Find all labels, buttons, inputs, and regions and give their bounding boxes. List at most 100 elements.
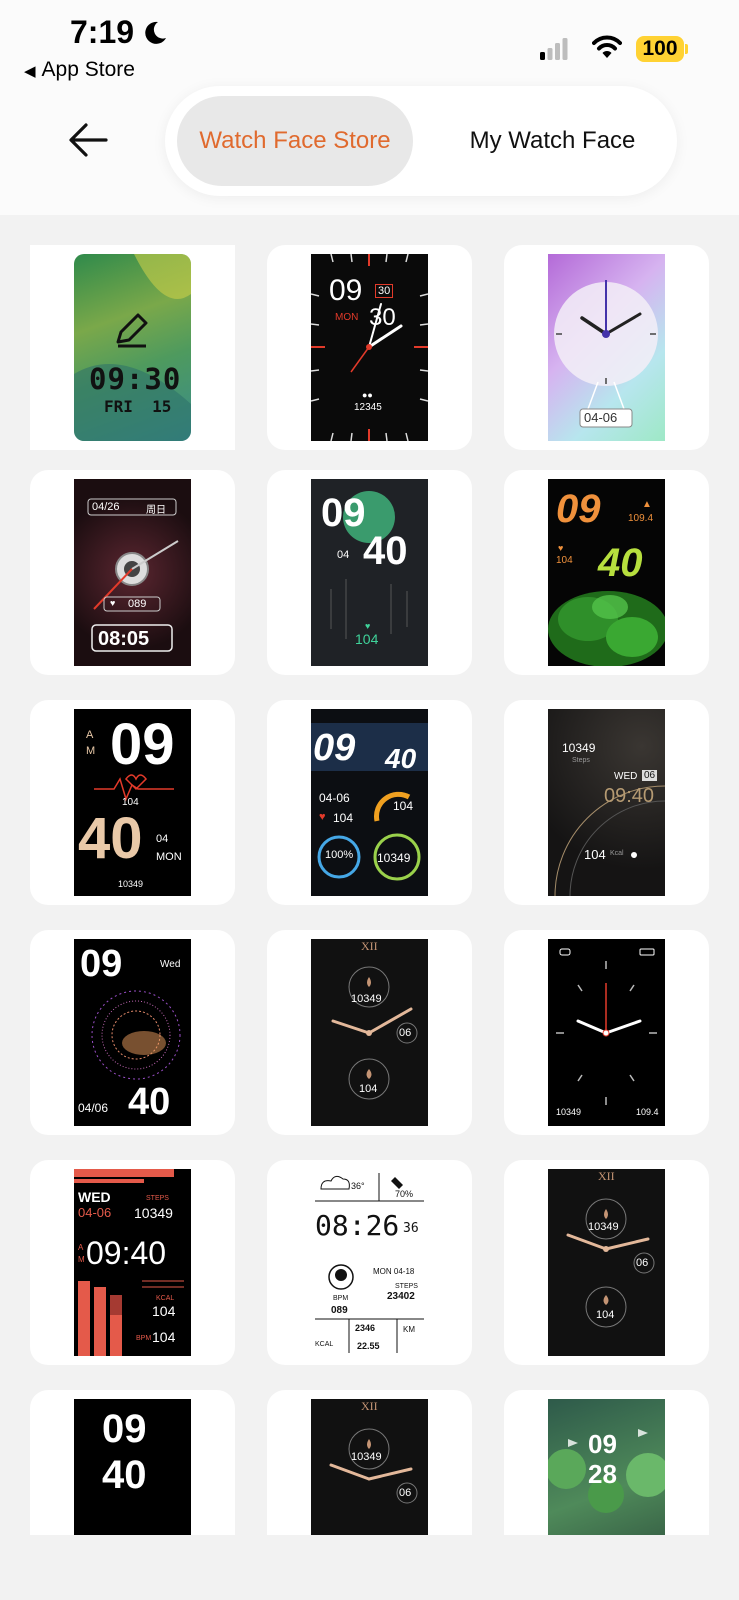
- watch-face-card-18[interactable]: 09 28: [504, 1390, 709, 1535]
- face-date: 04/26: [92, 501, 120, 513]
- face-minute: 28: [588, 1459, 617, 1489]
- rose-gold-dial: [329, 1428, 418, 1504]
- battery-indicator: 100: [636, 36, 684, 62]
- watch-face-card-15[interactable]: XII 10349 06 104: [504, 1160, 709, 1365]
- watch-face-preview: 09 Wed 04/06 40: [74, 939, 191, 1126]
- face-weekday: WED: [78, 1189, 111, 1205]
- watch-face-preview: 09:30 FRI 15: [74, 254, 191, 441]
- watch-face-card-6[interactable]: 09 ▲ 109.4 ♥ 104 40: [504, 470, 709, 675]
- face-date: 04/06: [78, 1101, 109, 1115]
- roman-numeral-xii: XII: [361, 1399, 378, 1413]
- face-minute: 40: [363, 529, 408, 573]
- face-battery: 70%: [395, 1189, 414, 1199]
- watch-face-card-12[interactable]: 10349 109.4: [504, 930, 709, 1135]
- face-steps: 10349: [351, 1451, 382, 1463]
- heart-icon: ♥: [365, 621, 371, 631]
- face-heart: 104: [333, 811, 354, 825]
- back-to-app-store[interactable]: ◀ App Store: [24, 58, 135, 82]
- watch-face-card-8[interactable]: 09 40 04-06 ♥ 104 104 100% 10349: [267, 700, 472, 905]
- watch-face-card-7[interactable]: A M 09 104 40 04 MON 10349: [30, 700, 235, 905]
- watch-face-card-9[interactable]: 10349 Steps WED 06 09:40 104 Kcal: [504, 700, 709, 905]
- face-bpm-label: BPM: [136, 1335, 152, 1342]
- tab-watch-face-store[interactable]: Watch Face Store: [177, 96, 413, 186]
- cellular-signal-icon: [540, 38, 568, 60]
- moon-icon: [145, 21, 166, 44]
- watch-face-preview: XII 10349 06 104: [548, 1169, 665, 1356]
- face-minute: 40: [598, 541, 643, 585]
- face-hour: 09: [321, 491, 366, 535]
- face-day: 06: [399, 1487, 412, 1499]
- watch-face-card-16[interactable]: 09 40: [30, 1390, 235, 1535]
- heart-icon: ♥: [110, 598, 116, 608]
- face-hour: 09: [313, 727, 356, 769]
- face-date: FRI 15: [104, 397, 172, 416]
- watch-face-card-14[interactable]: 36° 70% 08:26 36 MON 04-18 STEPS 23402 B…: [267, 1160, 472, 1365]
- back-arrow-icon[interactable]: [66, 120, 110, 160]
- face-steps: 10349: [377, 851, 411, 865]
- watch-face-card-3[interactable]: 04-06: [504, 245, 709, 450]
- face-weekday: MON: [156, 851, 182, 863]
- face-steps-label: STEPS: [395, 1283, 418, 1290]
- face-heart: 104: [359, 1083, 378, 1095]
- battery-cap: [685, 44, 688, 54]
- face-date: 04-06: [78, 1205, 112, 1220]
- face-seconds: 36: [403, 1221, 419, 1236]
- watch-face-preview: 10349 Steps WED 06 09:40 104 Kcal: [548, 709, 665, 896]
- face-bpm-label: BPM: [333, 1295, 349, 1302]
- watch-face-preview: 09 30 MON 30 ●● 12345: [311, 254, 428, 441]
- watch-face-card-11[interactable]: XII 10349 06 104: [267, 930, 472, 1135]
- face-time: 08:26: [315, 1209, 400, 1242]
- face-steps: 10349: [556, 1107, 582, 1117]
- watch-face-card-1[interactable]: 09:30 FRI 15: [30, 245, 235, 450]
- watch-face-card-4[interactable]: 04/26 周日 ♥ 089 08:05: [30, 470, 235, 675]
- face-kcal-label: KCAL: [315, 1341, 334, 1348]
- face-kcal: 2346: [355, 1323, 376, 1333]
- face-time: 08:05: [98, 628, 150, 650]
- watch-face-preview: 04/26 周日 ♥ 089 08:05: [74, 479, 191, 666]
- watch-face-preview: 36° 70% 08:26 36 MON 04-18 STEPS 23402 B…: [311, 1169, 428, 1356]
- tab-my-watch-face[interactable]: My Watch Face: [440, 96, 665, 186]
- watch-face-preview: WED 04-06 STEPS 10349 A M 09:40 KCAL 104…: [74, 1169, 191, 1356]
- face-date: MON 04-18: [373, 1267, 415, 1276]
- face-date: 04: [337, 549, 350, 561]
- watch-face-card-17[interactable]: XII 10349 06: [267, 1390, 472, 1535]
- watch-face-preview: 09 40 04-06 ♥ 104 104 100% 10349: [311, 709, 428, 896]
- face-value-right: 109.4: [636, 1107, 659, 1117]
- face-steps: 23402: [387, 1291, 415, 1302]
- face-day: 06: [636, 1257, 649, 1269]
- face-heart: 089: [128, 598, 147, 610]
- face-hour: 09: [556, 487, 601, 531]
- face-weekday: Wed: [160, 959, 181, 970]
- footsteps-icon: ●●: [362, 390, 373, 400]
- watch-face-card-13[interactable]: WED 04-06 STEPS 10349 A M 09:40 KCAL 104…: [30, 1160, 235, 1365]
- minimal-analog-dial: [556, 948, 657, 1105]
- face-value-right: 104: [393, 799, 414, 813]
- wifi-icon: [592, 35, 622, 58]
- face-kcal-label: KCAL: [156, 1295, 175, 1302]
- face-am-m: M: [86, 745, 96, 757]
- face-bpm: 104: [152, 1329, 176, 1345]
- face-hour: 09: [329, 274, 363, 307]
- watch-face-card-10[interactable]: 09 Wed 04/06 40: [30, 930, 235, 1135]
- face-day-box: 30: [375, 284, 394, 298]
- face-steps: 10349: [118, 879, 144, 889]
- watch-face-preview: XII 10349 06 104: [311, 939, 428, 1126]
- face-steps-label: STEPS: [146, 1195, 169, 1202]
- face-time: 09:40: [86, 1235, 167, 1271]
- watch-face-card-5[interactable]: 09 04 40 ♥ 104: [267, 470, 472, 675]
- face-hour: 09: [588, 1429, 617, 1459]
- watch-face-card-2[interactable]: 09 30 MON 30 ●● 12345: [267, 245, 472, 450]
- face-steps-label: Steps: [572, 757, 590, 764]
- face-day: 06: [642, 770, 658, 781]
- face-steps: 10349: [588, 1221, 619, 1233]
- face-kcal-label: Kcal: [610, 850, 624, 857]
- watch-face-preview: 09 ▲ 109.4 ♥ 104 40: [548, 479, 665, 666]
- face-kcal: 104: [152, 1303, 176, 1319]
- face-date: 04-06: [584, 410, 618, 425]
- face-steps: 10349: [351, 993, 382, 1005]
- watch-face-preview: 04-06: [548, 254, 665, 441]
- face-date: 04: [156, 833, 169, 845]
- face-weekday: MON: [335, 312, 359, 323]
- watch-face-grid: 09:30 FRI 15 09 30 MON 30 ●● 12345 04-06…: [0, 215, 739, 1535]
- face-time: 09:40: [604, 785, 655, 807]
